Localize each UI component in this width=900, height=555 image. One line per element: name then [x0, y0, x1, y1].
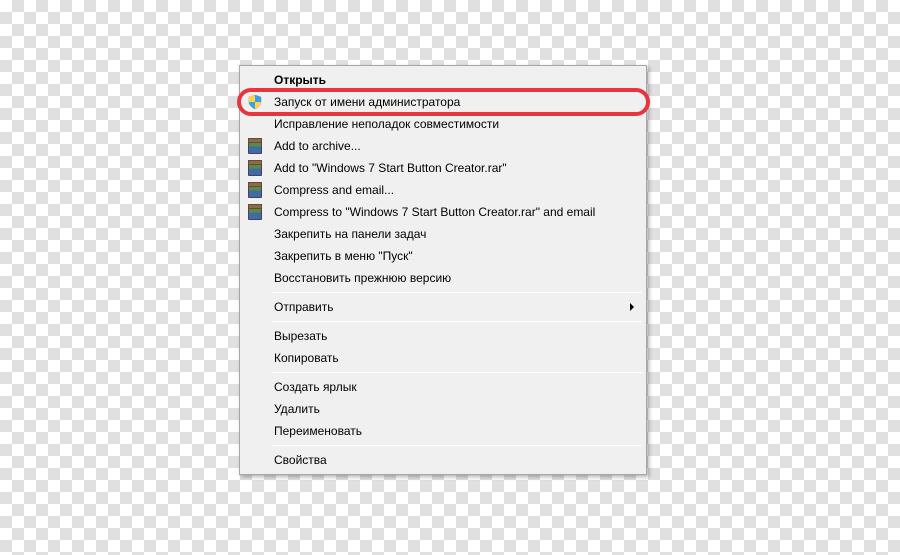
menu-item-label: Копировать: [274, 351, 339, 365]
menu-separator: [272, 445, 642, 446]
menu-item-label: Add to "Windows 7 Start Button Creator.r…: [274, 161, 507, 175]
menu-item-restore-previous[interactable]: Восстановить прежнюю версию: [242, 267, 644, 289]
chevron-right-icon: [630, 303, 634, 311]
menu-item-rename[interactable]: Переименовать: [242, 420, 644, 442]
rar-icon: [247, 138, 263, 154]
menu-item-pin-start[interactable]: Закрепить в меню "Пуск": [242, 245, 644, 267]
menu-item-label: Переименовать: [274, 424, 362, 438]
menu-item-label: Запуск от имени администратора: [274, 95, 460, 109]
menu-item-open[interactable]: Открыть: [242, 69, 644, 91]
menu-item-label: Вырезать: [274, 329, 327, 343]
menu-item-label: Создать ярлык: [274, 380, 357, 394]
menu-item-properties[interactable]: Свойства: [242, 449, 644, 471]
context-menu: Открыть Запуск от имени администратора И…: [239, 65, 647, 475]
menu-item-cut[interactable]: Вырезать: [242, 325, 644, 347]
menu-item-label: Удалить: [274, 402, 320, 416]
rar-icon: [247, 182, 263, 198]
rar-icon: [247, 160, 263, 176]
menu-item-label: Закрепить на панели задач: [274, 227, 426, 241]
menu-item-delete[interactable]: Удалить: [242, 398, 644, 420]
menu-item-label: Compress to "Windows 7 Start Button Crea…: [274, 205, 595, 219]
menu-item-compress-email[interactable]: Compress and email...: [242, 179, 644, 201]
shield-icon: [247, 94, 263, 110]
menu-item-copy[interactable]: Копировать: [242, 347, 644, 369]
menu-item-send-to[interactable]: Отправить: [242, 296, 644, 318]
menu-item-label: Открыть: [274, 73, 326, 87]
menu-item-create-shortcut[interactable]: Создать ярлык: [242, 376, 644, 398]
menu-item-compat-troubleshoot[interactable]: Исправление неполадок совместимости: [242, 113, 644, 135]
menu-separator: [272, 292, 642, 293]
menu-item-compress-named-email[interactable]: Compress to "Windows 7 Start Button Crea…: [242, 201, 644, 223]
menu-item-label: Add to archive...: [274, 139, 361, 153]
menu-item-pin-taskbar[interactable]: Закрепить на панели задач: [242, 223, 644, 245]
menu-item-label: Compress and email...: [274, 183, 394, 197]
menu-item-label: Исправление неполадок совместимости: [274, 117, 499, 131]
menu-item-run-as-admin[interactable]: Запуск от имени администратора: [242, 91, 644, 113]
menu-item-label: Отправить: [274, 300, 334, 314]
menu-item-add-to-named-archive[interactable]: Add to "Windows 7 Start Button Creator.r…: [242, 157, 644, 179]
rar-icon: [247, 204, 263, 220]
menu-separator: [272, 372, 642, 373]
menu-item-label: Восстановить прежнюю версию: [274, 271, 451, 285]
menu-item-label: Свойства: [274, 453, 327, 467]
menu-item-add-to-archive[interactable]: Add to archive...: [242, 135, 644, 157]
menu-separator: [272, 321, 642, 322]
menu-item-label: Закрепить в меню "Пуск": [274, 249, 413, 263]
